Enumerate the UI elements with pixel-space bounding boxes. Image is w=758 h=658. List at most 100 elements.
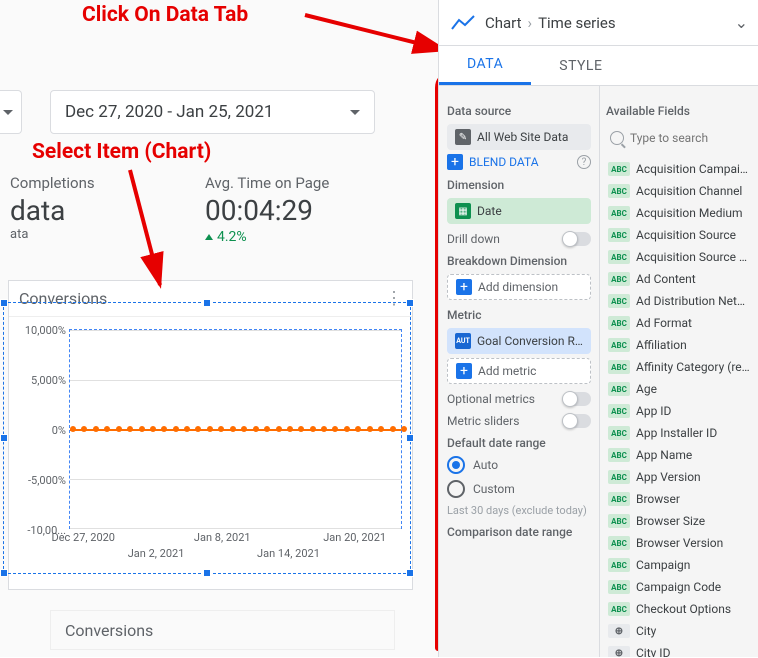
field-item[interactable]: ABCAge (606, 378, 752, 400)
metric-sliders-toggle[interactable] (563, 414, 591, 428)
field-label: App Name (636, 448, 692, 462)
control-stub[interactable] (0, 90, 22, 134)
field-label: Ad Format (636, 316, 692, 330)
section-metric: Metric (447, 308, 591, 322)
field-type-icon: ⊕ (608, 624, 630, 638)
plus-icon: + (456, 363, 472, 379)
metric-chip[interactable]: AUT Goal Conversion R… (447, 328, 591, 354)
field-label: Browser (636, 492, 680, 506)
section-dimension: Dimension (447, 178, 591, 192)
blend-data-link[interactable]: + BLEND DATA ? (447, 154, 591, 170)
field-item[interactable]: ABCBrowser Version (606, 532, 752, 554)
section-data-source: Data source (447, 104, 591, 118)
fields-search[interactable] (606, 124, 752, 152)
pencil-icon: ✎ (455, 129, 471, 145)
tab-data[interactable]: DATA (439, 46, 531, 85)
field-type-icon: ⊕ (608, 646, 630, 657)
field-label: Acquisition Source (636, 228, 736, 242)
line-chart-icon (449, 9, 477, 37)
field-item[interactable]: ABCAd Distribution Netwo... (606, 290, 752, 312)
field-item[interactable]: ABCAcquisition Medium (606, 202, 752, 224)
field-item[interactable]: ABCAcquisition Source / ... (606, 246, 752, 268)
chevron-down-icon: ⌄ (735, 13, 748, 32)
dimension-chip[interactable]: ▦ Date (447, 198, 591, 224)
available-fields-title: Available Fields (606, 104, 752, 118)
chevron-down-icon (350, 110, 360, 115)
field-item[interactable]: ABC Affinity Category (reac... (606, 356, 752, 378)
field-type-icon: ABC (608, 206, 630, 220)
field-item[interactable]: ABCCampaign Code (606, 576, 752, 598)
field-type-icon: ABC (608, 492, 630, 506)
table-card[interactable]: Conversions (50, 610, 395, 650)
add-metric-chip[interactable]: + Add metric (447, 358, 591, 384)
date-range-picker[interactable]: Dec 27, 2020 - Jan 25, 2021 (50, 90, 375, 134)
field-label: Acquisition Channel (636, 184, 742, 198)
field-label: City ID (636, 646, 670, 657)
radio-icon (447, 480, 465, 498)
field-item[interactable]: ABCBrowser Size (606, 510, 752, 532)
chart-title: Conversions (19, 289, 107, 308)
field-label: Checkout Options (636, 602, 731, 616)
field-type-icon: ABC (608, 426, 630, 440)
field-item[interactable]: ABC Browser (606, 488, 752, 510)
field-type-icon: ABC (608, 250, 630, 264)
field-type-icon: ABC (608, 162, 630, 176)
up-arrow-icon (205, 234, 213, 240)
field-label: App ID (636, 404, 671, 418)
field-type-icon: ABC (608, 228, 630, 242)
drill-down-toggle[interactable] (563, 232, 591, 246)
field-item[interactable]: ABCAffiliation (606, 334, 752, 356)
data-source-chip[interactable]: ✎ All Web Site Data (447, 124, 591, 150)
available-fields-panel: Available Fields ABCAcquisition Campaign… (599, 86, 758, 657)
search-input[interactable] (630, 131, 748, 145)
more-vert-icon[interactable]: ⋮ (385, 288, 402, 309)
help-icon[interactable]: ? (577, 155, 591, 169)
radio-auto[interactable]: Auto (447, 456, 591, 474)
field-label: Ad Content (636, 272, 696, 286)
optional-metrics-toggle[interactable] (563, 392, 591, 406)
field-label: Browser Version (636, 536, 723, 550)
table-title: Conversions (65, 621, 153, 640)
field-item[interactable]: ABC Acquisition Source (606, 224, 752, 246)
data-config-panel: Data source ✎ All Web Site Data + BLEND … (439, 86, 599, 657)
field-item[interactable]: ABCCheckout Options (606, 598, 752, 620)
properties-panel: Chart › Time series ⌄ DATA STYLE Data so… (438, 0, 758, 657)
field-item[interactable]: ABCAcquisition Channel (606, 180, 752, 202)
field-type-icon: ABC (608, 360, 630, 374)
field-label: Age (636, 382, 657, 396)
radio-custom[interactable]: Custom (447, 480, 591, 498)
aut-badge-icon: AUT (455, 333, 471, 349)
chart-breadcrumb: Chart › Time series (485, 14, 727, 32)
field-item[interactable]: ⊕ City ID (606, 642, 752, 657)
tabs: DATA STYLE (439, 46, 758, 86)
plus-icon: + (447, 154, 463, 170)
field-type-icon: ABC (608, 272, 630, 286)
drill-down-label: Drill down (447, 232, 500, 246)
field-item[interactable]: ABC App ID (606, 400, 752, 422)
chart-time-series[interactable]: Conversions ⋮ 10,000% 5,000% 0% -5,000% … (8, 280, 413, 590)
field-item[interactable]: ABCCampaign (606, 554, 752, 576)
tab-style[interactable]: STYLE (531, 46, 630, 85)
field-item[interactable]: ABC Ad Content (606, 268, 752, 290)
field-label: Affinity Category (reac... (636, 360, 750, 374)
field-label: App Installer ID (636, 426, 717, 440)
field-item[interactable]: ⊕City (606, 620, 752, 642)
field-item[interactable]: ABCApp Name (606, 444, 752, 466)
date-range-text: Dec 27, 2020 - Jan 25, 2021 (65, 102, 273, 122)
field-item[interactable]: ABCAd Format (606, 312, 752, 334)
stat-delta: 4.2% (205, 229, 384, 245)
add-dimension-chip[interactable]: + Add dimension (447, 274, 591, 300)
stat-label: Avg. Time on Page (205, 174, 384, 192)
chart-type-selector[interactable]: Chart › Time series ⌄ (439, 0, 758, 46)
field-type-icon: ABC (608, 580, 630, 594)
field-type-icon: ABC (608, 294, 630, 308)
field-type-icon: ABC (608, 404, 630, 418)
scorecard-avg-time[interactable]: Avg. Time on Page 00:04:29 4.2% (197, 170, 392, 249)
search-icon (610, 131, 624, 145)
field-type-icon: ABC (608, 558, 630, 572)
plot-area: 10,000% 5,000% 0% -5,000% -10,00... Dec … (69, 329, 402, 529)
field-label: App Version (636, 470, 701, 484)
field-item[interactable]: ABC App Installer ID (606, 422, 752, 444)
field-item[interactable]: ABCAcquisition Campaign (606, 158, 752, 180)
field-item[interactable]: ABCApp Version (606, 466, 752, 488)
